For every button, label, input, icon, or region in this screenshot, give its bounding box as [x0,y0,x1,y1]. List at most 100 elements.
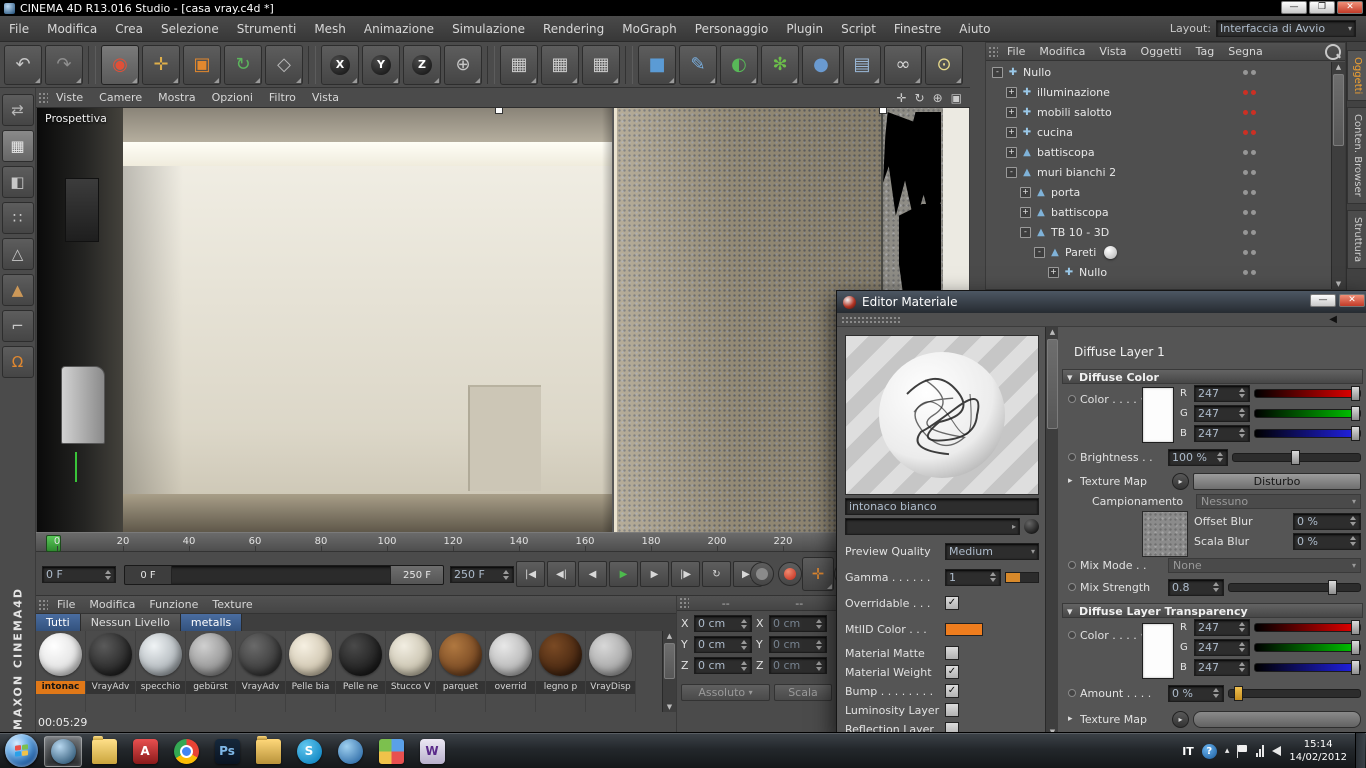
visibility-dots[interactable] [1243,229,1256,235]
red-value-input[interactable]: 247 [1194,384,1250,402]
material-parquet[interactable]: parquet [436,631,486,712]
blue-value-input[interactable]: 247 [1194,424,1250,442]
scale-tool-button[interactable]: ▣ [183,44,221,85]
viewport-pan-icon[interactable]: ✛ [896,91,906,105]
diffuse-color-section[interactable]: Diffuse Color [1062,369,1363,385]
keyframe-record-button[interactable] [778,562,802,586]
previous-frame-button[interactable]: ◀ [578,561,607,587]
texture-tag-icon[interactable] [1104,245,1118,259]
end-frame-input[interactable]: 250 F [450,566,514,583]
taskbar-app-blue[interactable] [331,736,369,767]
material-scrollbar[interactable]: ▲ ▼ [662,631,676,712]
render-settings-button[interactable]: ▦ [582,44,620,85]
menu-viste[interactable]: Viste [48,91,91,104]
last-tool-button[interactable]: ◇ [265,44,303,85]
tree-item-nullo[interactable]: + ✚ Nullo [986,262,1332,282]
animation-dot[interactable] [1068,561,1076,569]
network-icon[interactable] [1256,745,1265,757]
visibility-dots[interactable] [1243,69,1256,75]
texture-shader-button[interactable]: Disturbo [1193,472,1361,490]
collapse-icon[interactable]: - [1020,226,1031,238]
tab-nessun-livello[interactable]: Nessun Livello [80,614,181,631]
menu-finestre[interactable]: Finestre [885,16,950,41]
add-camera-button[interactable]: ∞ [884,44,922,85]
lock-x-axis-button[interactable]: X [321,44,359,85]
panel-grip[interactable] [38,598,48,611]
offset-blur-input[interactable]: 0 % [1293,512,1361,530]
side-tab-oggetti[interactable]: Oggetti [1347,50,1366,102]
tree-item-muri-bianchi-2[interactable]: - ▲ muri bianchi 2 [986,162,1332,182]
shader-ball-icon[interactable] [1024,518,1039,534]
visibility-dots[interactable] [1243,209,1256,215]
panel-grip[interactable] [679,597,689,609]
menu-mograph[interactable]: MoGraph [613,16,686,41]
object-manager-scrollbar[interactable]: ▲ ▼ [1331,62,1345,289]
animation-dot[interactable] [1068,631,1076,639]
spinner-arrows[interactable] [740,639,748,650]
undo-button[interactable]: ↶ [4,44,42,85]
expand-icon[interactable]: + [1048,266,1059,278]
add-cube-button[interactable]: ■ [638,44,676,85]
position-z-input[interactable]: 0 cm [694,657,752,674]
collapse-icon[interactable]: - [1034,246,1045,258]
loop-button[interactable]: ↻ [702,561,731,587]
brightness-slider[interactable] [1232,449,1361,465]
rotate-tool-button[interactable]: ↻ [224,44,262,85]
menu-selezione[interactable]: Selezione [152,16,228,41]
taskbar-photoshop[interactable]: Ps [208,736,246,767]
viewport-toggle-icon[interactable]: ▣ [951,91,962,105]
animation-dot[interactable] [1068,453,1076,461]
scroll-down-icon[interactable]: ▼ [663,703,676,711]
collapse-left-icon[interactable]: ◀ [1329,314,1337,325]
coordinate-system-button[interactable]: ⊕ [444,44,482,85]
material-intonac[interactable]: intonac [36,631,86,712]
coordinates-header[interactable]: -- -- [677,596,836,611]
model-mode-button[interactable]: ▦ [1,130,34,162]
menu-tag[interactable]: Tag [1189,45,1222,58]
taskbar-cinema4d[interactable] [44,735,82,767]
texture-mode-button[interactable]: ◧ [1,166,34,198]
menu-texture[interactable]: Texture [205,598,259,611]
lock-y-axis-button[interactable]: Y [362,44,400,85]
scroll-up-icon[interactable]: ▲ [1332,63,1345,71]
size-x-input[interactable]: 0 cm [769,615,827,632]
diffuse-color-swatch[interactable] [1142,387,1174,443]
menu-oggetti[interactable]: Oggetti [1134,45,1189,58]
tree-item-cucina[interactable]: + ✚ cucina [986,122,1332,142]
expand-icon[interactable]: + [1006,126,1017,138]
menu-modifica[interactable]: Modifica [1032,45,1092,58]
spinner-arrows[interactable] [1238,388,1246,398]
render-visibility-dot[interactable] [1251,209,1256,215]
range-start-handle[interactable]: 0 F [125,566,172,584]
range-end-handle[interactable]: 250 F [390,566,443,584]
redo-button[interactable]: ↷ [45,44,83,85]
volume-icon[interactable] [1272,746,1282,756]
material-pelle-bia[interactable]: Pelle bia [286,631,336,712]
scale-blur-input[interactable]: 0 % [1293,532,1361,550]
menu-personaggio[interactable]: Personaggio [686,16,778,41]
menu-rendering[interactable]: Rendering [534,16,613,41]
lock-z-axis-button[interactable]: Z [403,44,441,85]
gamma-slider[interactable] [1005,571,1039,583]
tree-item-illuminazione[interactable]: + ✚ illuminazione [986,82,1332,102]
editor-visibility-dot[interactable] [1243,209,1248,215]
material-specchio[interactable]: specchio [136,631,186,712]
minimize-button[interactable]: — [1281,1,1307,14]
selection-handle[interactable] [879,108,887,114]
menu-strumenti[interactable]: Strumenti [228,16,306,41]
editor-visibility-dot[interactable] [1243,229,1248,235]
add-light-button[interactable]: ⊙ [925,44,963,85]
menu-file[interactable]: File [0,16,38,41]
expand-icon[interactable]: + [1020,186,1031,198]
menu-funzione[interactable]: Funzione [142,598,205,611]
panel-grip[interactable] [988,45,998,58]
render-visibility-dot[interactable] [1251,69,1256,75]
window-titlebar[interactable]: CINEMA 4D R13.016 Studio - [casa vray.c4… [0,0,1366,16]
tree-item-porta[interactable]: + ▲ porta [986,182,1332,202]
make-editable-button[interactable]: ⇄ [1,94,34,126]
spinner-arrows[interactable] [1238,408,1246,418]
expand-icon[interactable]: + [1006,86,1017,98]
spinner-arrows[interactable] [1238,662,1246,672]
viewport-zoom-icon[interactable]: ⊕ [933,91,943,105]
size-y-input[interactable]: 0 cm [769,636,827,653]
